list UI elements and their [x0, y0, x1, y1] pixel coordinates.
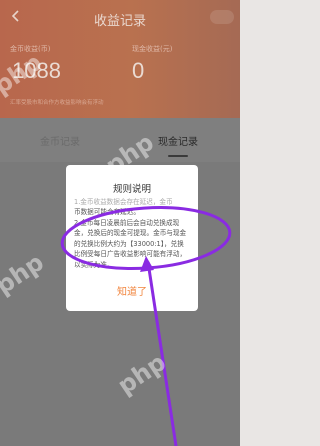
dialog-title: 规则说明 — [112, 184, 151, 195]
page-title: 收益记录 — [93, 14, 146, 29]
more-icon[interactable] — [210, 10, 234, 24]
dialog-line: 比例受每日广告收益影响可能有浮动， — [74, 250, 187, 258]
active-tab-indicator — [168, 155, 188, 157]
cash-earnings-label: 现金收益(元) — [132, 45, 173, 53]
tab-coin-records[interactable]: 金币记录 — [40, 133, 80, 148]
dialog-body: 1.金币收益数据会存在延迟，金币 币数据可能会有延迟。 2.金币每日凌晨前后会自… — [74, 197, 192, 270]
tab-cash-records[interactable]: 现金记录 — [158, 133, 198, 148]
dialog-line: 的兑换比例大约为【33000:1】，兑换 — [74, 239, 184, 248]
cash-earnings-value: 0 — [132, 58, 145, 83]
dialog-line: 2.金币每日凌晨前后会自动兑换成现 — [74, 218, 180, 227]
rules-dialog: 规则说明 1.金币收益数据会存在延迟，金币 币数据可能会有延迟。 2.金币每日凌… — [66, 165, 198, 311]
exchange-rate-note: 汇率受股市和合作方收益影响会有浮动 — [10, 100, 104, 106]
dialog-faded-line: 1.金币收益数据会存在延迟，金币 — [74, 198, 173, 206]
dialog-line: 金，兑换后的现金可提现。金币与现金 — [74, 229, 187, 237]
dialog-line: 以实际为准。 — [74, 260, 114, 269]
dialog-line: 币数据可能会有延迟。 — [74, 208, 140, 216]
got-it-button[interactable]: 知道了 — [66, 283, 198, 298]
